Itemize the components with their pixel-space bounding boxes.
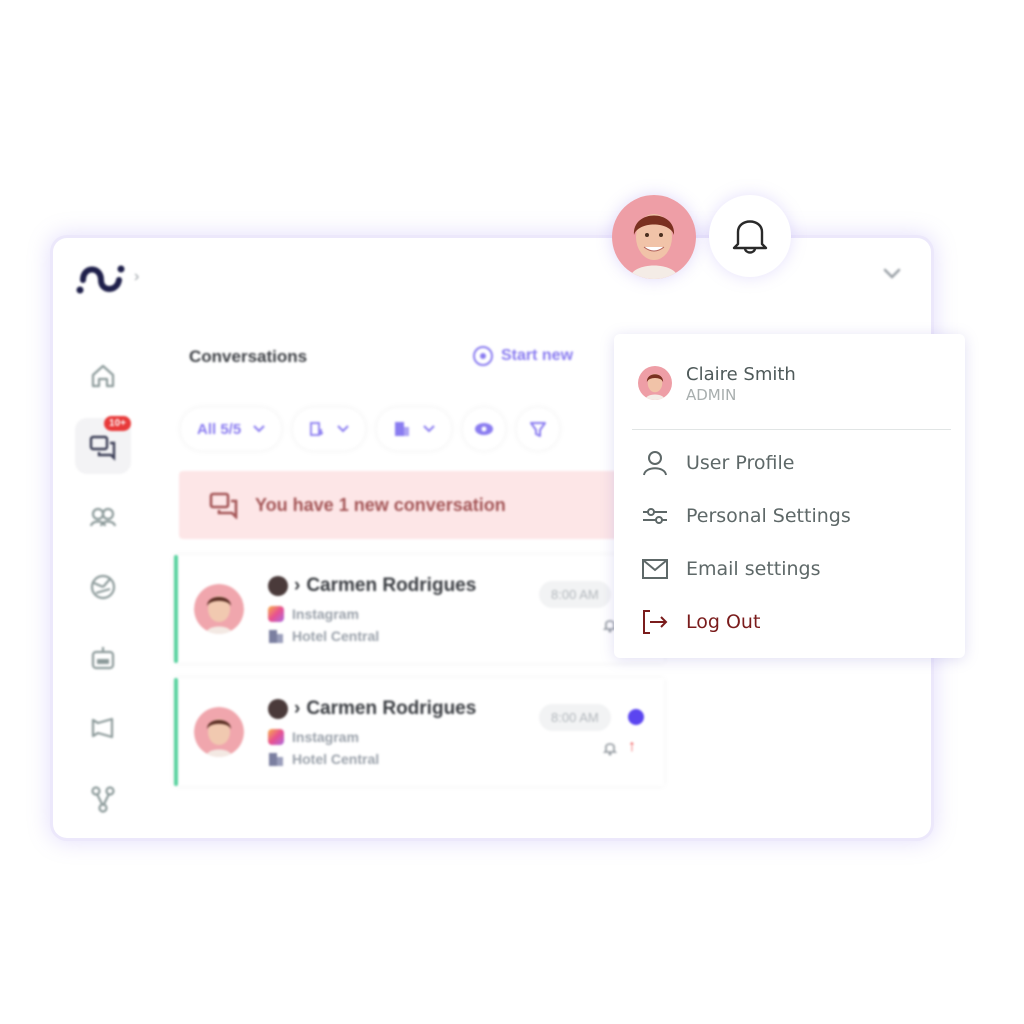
eye-icon [475, 423, 494, 435]
chevron-down-icon[interactable] [883, 266, 901, 280]
menu-user-avatar [638, 366, 672, 400]
robot-icon [91, 647, 115, 670]
sidebar-item-bots[interactable] [75, 630, 131, 686]
building-icon [269, 753, 283, 766]
contact-name: Carmen Rodrigues [306, 698, 477, 719]
user-menu-dropdown: Claire Smith ADMIN User Profile Personal… [614, 334, 965, 658]
home-icon [91, 364, 115, 388]
timestamp: 8:00 AM [539, 704, 611, 731]
active-indicator [174, 555, 178, 663]
chevron-down-icon [253, 425, 265, 433]
contact-avatar [194, 584, 244, 634]
agent-avatar [268, 576, 288, 596]
chevron-down-icon [337, 425, 349, 433]
user-icon [643, 451, 667, 476]
conversation-item[interactable]: › Carmen Rodrigues Instagram Hotel Centr… [174, 555, 664, 663]
menu-item-email-settings[interactable]: Email settings [640, 554, 821, 584]
contact-name-row: › Carmen Rodrigues [268, 575, 476, 597]
agent-avatar [268, 699, 288, 719]
building-icon [269, 630, 283, 643]
channel-row: Instagram [268, 606, 359, 622]
megaphone-icon [91, 717, 114, 739]
property-row: Hotel Central [268, 751, 379, 767]
user-role: ADMIN [686, 386, 737, 404]
menu-item-label: Personal Settings [686, 505, 851, 527]
menu-divider [632, 429, 951, 430]
notifications-button[interactable] [709, 195, 791, 277]
filter-bar: All 5/5 [181, 408, 560, 450]
unread-indicator [628, 709, 644, 725]
bell-icon [732, 220, 768, 254]
property-name: Hotel Central [292, 751, 380, 767]
chat-icon [89, 435, 116, 461]
channel-name: Instagram [292, 729, 359, 745]
chevron-right-icon: › [294, 698, 301, 719]
user-menu-header: Claire Smith ADMIN [638, 364, 796, 404]
chart-pie-icon [90, 574, 116, 600]
plus-circle-icon [473, 346, 493, 366]
user-avatar [612, 195, 696, 279]
filter-button[interactable] [517, 408, 560, 450]
active-indicator [174, 678, 178, 786]
sidebar-item-integrations[interactable] [75, 771, 131, 827]
timestamp: 8:00 AM [539, 581, 611, 608]
sidebar-item-home[interactable] [75, 348, 131, 404]
contact-name-row: › Carmen Rodrigues [268, 698, 476, 720]
property-row: Hotel Central [268, 628, 379, 644]
start-new-label: Start new [501, 347, 574, 364]
instagram-icon [268, 729, 284, 745]
sort-filter-dropdown[interactable] [293, 408, 366, 450]
mail-icon [642, 559, 668, 579]
status-filter-label: All 5/5 [197, 420, 242, 438]
menu-item-label: Log Out [686, 611, 761, 633]
priority-up-icon: ↑ [628, 738, 636, 755]
new-conversation-banner[interactable]: You have 1 new conversation › [179, 471, 629, 539]
start-new-button[interactable]: Start new [473, 346, 573, 366]
sidebar-item-conversations[interactable]: 10+ [75, 416, 131, 474]
instagram-icon [268, 606, 284, 622]
chevron-down-icon [423, 425, 435, 433]
logout-icon [643, 610, 668, 634]
status-filter-dropdown[interactable]: All 5/5 [181, 408, 282, 450]
logo-chevron-icon[interactable]: › [134, 268, 139, 286]
sort-icon [310, 422, 324, 436]
sidebar-item-contacts[interactable] [75, 489, 131, 545]
menu-item-label: Email settings [686, 558, 821, 580]
property-filter-dropdown[interactable] [377, 408, 452, 450]
app-logo[interactable] [75, 258, 129, 298]
chevron-right-icon: › [294, 575, 301, 596]
visibility-toggle-button[interactable] [463, 408, 506, 450]
sidebar-item-analytics[interactable] [75, 559, 131, 615]
menu-item-log-out[interactable]: Log Out [640, 607, 760, 637]
property-name: Hotel Central [292, 628, 380, 644]
menu-item-user-profile[interactable]: User Profile [640, 448, 794, 478]
banner-text: You have 1 new conversation [255, 494, 506, 515]
menu-item-label: User Profile [686, 452, 795, 474]
page-title: Conversations [189, 347, 308, 366]
user-name: Claire Smith [686, 364, 796, 385]
sliders-icon [643, 508, 667, 524]
sidebar-item-campaigns[interactable] [75, 700, 131, 756]
user-avatar-button[interactable] [612, 195, 696, 279]
contact-avatar [194, 707, 244, 757]
contact-name: Carmen Rodrigues [306, 575, 477, 596]
channel-name: Instagram [292, 606, 359, 622]
bell-icon [602, 743, 618, 756]
building-icon [395, 422, 410, 436]
menu-item-personal-settings[interactable]: Personal Settings [640, 501, 851, 531]
chat-icon [209, 492, 238, 519]
conversation-item[interactable]: › Carmen Rodrigues Instagram Hotel Centr… [174, 678, 664, 786]
filter-icon [530, 422, 547, 437]
flow-icon [91, 786, 115, 813]
users-icon [89, 507, 117, 527]
channel-row: Instagram [268, 729, 359, 745]
notification-badge: 10+ [104, 416, 131, 431]
